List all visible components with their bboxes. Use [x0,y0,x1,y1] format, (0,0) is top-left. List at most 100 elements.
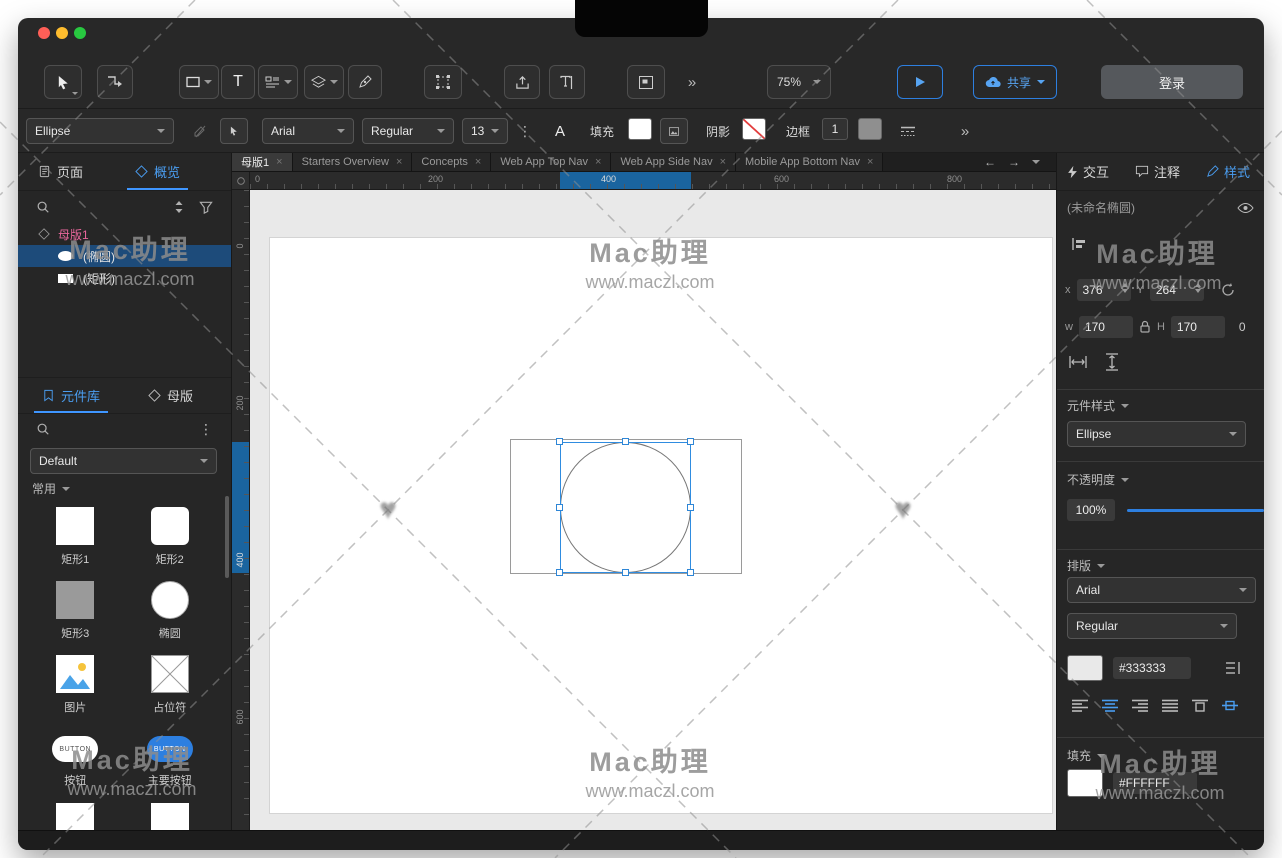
document-tab[interactable]: 母版1 × [232,153,293,171]
width-input[interactable]: 170 [1079,316,1133,338]
document-tab[interactable]: Concepts × [412,153,491,171]
component-partial[interactable] [28,800,123,830]
forward-arrow-icon[interactable]: → [1008,155,1020,169]
tab-overview[interactable]: 概览 [131,153,184,190]
component-button[interactable]: BUTTON 按钮 [28,726,123,800]
widget-style-select[interactable]: Ellipse [1067,421,1246,447]
list-style-icon[interactable] [1225,661,1241,675]
horizontal-ruler[interactable]: 0 200 400 600 800 [250,172,1056,190]
fit-width-icon[interactable] [1069,355,1087,369]
x-input[interactable]: 376 [1077,279,1131,301]
lock-icon[interactable] [1139,320,1151,334]
form-tool-button[interactable] [258,65,298,99]
document-tab[interactable]: Web App Top Nav × [491,153,611,171]
style-picker-button[interactable] [220,118,248,144]
align-justify-icon[interactable] [1161,699,1179,712]
typeset-tool-button[interactable] [549,65,585,99]
align-middle-icon[interactable] [1221,699,1239,712]
tab-close-icon[interactable]: × [595,156,601,168]
tab-notes[interactable]: 注释 [1135,162,1180,181]
master-group-row[interactable]: 母版1 [18,223,231,245]
tab-close-icon[interactable]: × [867,156,873,168]
tab-list-icon[interactable] [1032,160,1040,164]
format-overflow-button[interactable]: » [952,118,976,144]
search-icon[interactable] [36,200,50,214]
fill-section[interactable]: 填充 [1057,747,1264,764]
stepper-icon[interactable] [1195,283,1201,293]
font-weight-select[interactable]: Regular [362,118,454,144]
library-select[interactable]: Default [30,448,217,474]
document-tab[interactable]: Starters Overview × [293,153,413,171]
close-window-button[interactable] [38,27,50,39]
tree-item-rectangle[interactable]: (矩形) [18,267,231,289]
pen-tool-button[interactable] [348,65,382,99]
kebab-menu-icon[interactable]: ⋮ [199,421,213,438]
zoom-window-button[interactable] [74,27,86,39]
component-placeholder[interactable]: 占位符 [123,652,218,726]
component-rect2[interactable]: 矩形2 [123,504,218,578]
opacity-slider[interactable] [1127,509,1264,512]
select-tool-button[interactable] [44,65,82,99]
tab-close-icon[interactable]: × [396,156,402,168]
selection-handle[interactable] [687,504,694,511]
text-tool-button[interactable]: T [221,65,255,99]
distribute-icon[interactable] [1071,237,1087,251]
tab-widget-library[interactable]: 元件库 [38,378,104,413]
component-image[interactable]: 图片 [28,652,123,726]
visibility-eye-icon[interactable] [1237,202,1254,214]
selection-handle[interactable] [622,569,629,576]
back-arrow-icon[interactable]: ← [984,155,996,169]
border-width-input[interactable]: 1 [822,118,848,140]
selection-handle[interactable] [687,569,694,576]
zoom-select[interactable]: 75% [767,65,831,99]
fill-image-button[interactable] [660,118,688,144]
fill-color-swatch[interactable] [1067,769,1103,797]
selection-handle[interactable] [556,569,563,576]
filter-icon[interactable] [199,201,213,214]
artboard-tool-button[interactable] [627,65,665,99]
corner-radius-value[interactable]: 0 [1239,320,1246,334]
component-ellipse[interactable]: 椭圆 [123,578,218,652]
border-color-swatch[interactable] [858,118,882,140]
widget-style-section[interactable]: 元件样式 [1057,397,1264,414]
toolbar-overflow-button[interactable]: » [678,65,704,99]
selection-handle[interactable] [622,438,629,445]
opacity-input[interactable]: 100% [1067,499,1115,521]
border-style-button[interactable] [894,118,922,144]
component-partial[interactable] [123,800,218,830]
tab-close-icon[interactable]: × [276,156,282,168]
login-button[interactable]: 登录 [1101,65,1243,99]
format-painter-button[interactable] [188,118,212,144]
align-right-icon[interactable] [1131,699,1149,712]
tab-pages[interactable]: 页面 [34,153,87,190]
stepper-icon[interactable] [1122,283,1128,293]
selection-handle[interactable] [556,504,563,511]
align-center-icon[interactable] [1101,699,1119,712]
align-left-icon[interactable] [1071,699,1089,712]
text-style-more-button[interactable]: ⋮ [518,118,532,144]
tab-close-icon[interactable]: × [475,156,481,168]
tab-interactions[interactable]: 交互 [1067,162,1109,181]
selection-handle[interactable] [556,438,563,445]
vertical-ruler[interactable]: 0 200 400 600 [232,190,250,830]
transform-tool-button[interactable] [424,65,462,99]
tab-close-icon[interactable]: × [720,156,726,168]
y-input[interactable]: 264 [1150,279,1204,301]
font-family-select[interactable]: Arial [262,118,354,144]
minimize-window-button[interactable] [56,27,68,39]
text-color-button[interactable]: A [548,118,572,144]
component-rect1[interactable]: 矩形1 [28,504,123,578]
font-color-swatch[interactable] [1067,655,1103,681]
component-rect3[interactable]: 矩形3 [28,578,123,652]
ruler-corner[interactable] [232,172,250,190]
library-section-header[interactable]: 常用 [32,480,70,497]
scrollbar-thumb[interactable] [225,496,229,578]
preview-button[interactable] [897,65,943,99]
font-family-select[interactable]: Arial [1067,577,1256,603]
rotate-icon[interactable] [1220,282,1236,298]
font-weight-select[interactable]: Regular [1067,613,1237,639]
layers-tool-button[interactable] [304,65,344,99]
selection-handle[interactable] [687,438,694,445]
typography-section[interactable]: 排版 [1057,557,1264,574]
fill-hex-input[interactable]: #FFFFFF [1113,772,1197,794]
